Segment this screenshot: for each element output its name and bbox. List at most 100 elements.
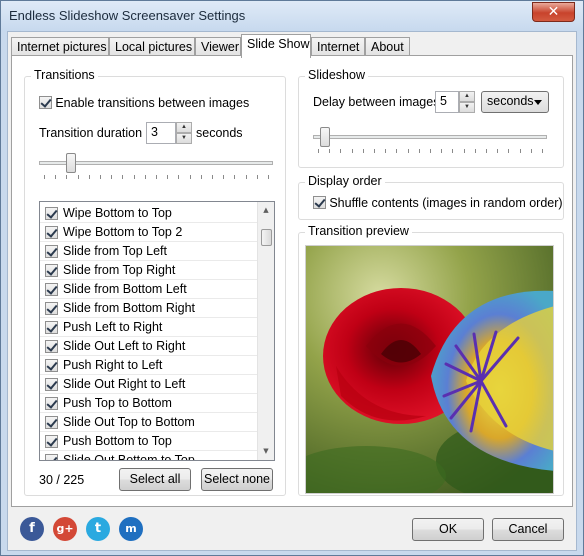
slider-tick (111, 175, 112, 179)
tab-local-pictures[interactable]: Local pictures (109, 37, 195, 57)
transitions-list[interactable]: Wipe Bottom to Top Wipe Bottom to Top 2 Sl… (39, 201, 275, 461)
shuffle-checkbox[interactable]: Shuffle contents (images in random order… (313, 195, 563, 210)
slider-tick (190, 175, 191, 179)
delay-input[interactable]: 5 (435, 91, 459, 113)
list-item-checkbox[interactable] (45, 435, 58, 448)
spin-up-icon[interactable]: ▲ (176, 122, 192, 133)
list-item-checkbox[interactable] (45, 226, 58, 239)
slider-tick (44, 175, 45, 179)
transitions-list-scrollbar[interactable]: ▲ ▼ (257, 202, 274, 460)
list-item[interactable]: Slide from Top Left (40, 242, 272, 261)
spin-down-icon[interactable]: ▼ (176, 133, 192, 144)
tab-viewer[interactable]: Viewer (195, 37, 241, 57)
list-item-checkbox[interactable] (45, 359, 58, 372)
list-item-label: Slide from Top Right (63, 263, 176, 277)
cancel-button[interactable]: Cancel (492, 518, 564, 541)
enable-transitions-checkbox[interactable]: Enable transitions between images (39, 95, 249, 110)
list-item-label: Slide Out Bottom to Top (63, 453, 195, 461)
delay-label: Delay between images (313, 95, 440, 109)
tab-about[interactable]: About (365, 37, 410, 57)
list-item[interactable]: Push Bottom to Top (40, 432, 272, 451)
google-plus-icon[interactable]: g+ (53, 517, 77, 541)
list-item-checkbox[interactable] (45, 264, 58, 277)
list-item[interactable]: Slide Out Right to Left (40, 375, 272, 394)
slider-tick (78, 175, 79, 179)
list-item-checkbox[interactable] (45, 245, 58, 258)
enable-transitions-check[interactable] (39, 96, 52, 110)
slider-tick (55, 175, 56, 179)
slider-tick (201, 175, 202, 179)
facebook-icon[interactable]: f (20, 517, 44, 541)
slider-ticks (318, 149, 543, 153)
list-item-checkbox[interactable] (45, 340, 58, 353)
slideshow-group: Slideshow Delay between images 5 ▲ ▼ sec… (298, 68, 564, 168)
title-bar: Endless Slideshow Screensaver Settings ✕ (1, 1, 583, 31)
slider-tick (340, 149, 341, 153)
slider-tick (318, 149, 319, 153)
transitions-group-label: Transitions (31, 68, 98, 82)
select-all-button[interactable]: Select all (119, 468, 191, 491)
slider-thumb[interactable] (320, 127, 330, 147)
list-item[interactable]: Slide Out Top to Bottom (40, 413, 272, 432)
list-item-checkbox[interactable] (45, 454, 58, 460)
myspace-icon[interactable]: m (119, 517, 143, 541)
slider-track (313, 135, 547, 139)
list-item-label: Slide Out Top to Bottom (63, 415, 195, 429)
list-item-label: Wipe Bottom to Top (63, 206, 172, 220)
slider-tick (497, 149, 498, 153)
transition-duration-spinner[interactable]: ▲ ▼ (176, 122, 192, 144)
list-item[interactable]: Slide Out Left to Right (40, 337, 272, 356)
slider-thumb[interactable] (66, 153, 76, 173)
transition-preview-group: Transition preview (298, 224, 564, 496)
list-item-checkbox[interactable] (45, 302, 58, 315)
slider-tick (134, 175, 135, 179)
list-item-checkbox[interactable] (45, 378, 58, 391)
slider-tick (464, 149, 465, 153)
delay-slider[interactable] (313, 127, 547, 155)
slider-tick (156, 175, 157, 179)
list-item-checkbox[interactable] (45, 416, 58, 429)
list-item[interactable]: Push Left to Right (40, 318, 272, 337)
list-item[interactable]: Slide from Top Right (40, 261, 272, 280)
selection-count: 30 / 225 (39, 473, 85, 487)
list-item[interactable]: Slide from Bottom Left (40, 280, 272, 299)
list-item[interactable]: Wipe Bottom to Top (40, 204, 272, 223)
list-item-checkbox[interactable] (45, 321, 58, 334)
list-item-checkbox[interactable] (45, 283, 58, 296)
scroll-thumb[interactable] (261, 229, 272, 246)
list-item-checkbox[interactable] (45, 397, 58, 410)
transition-duration-input[interactable]: 3 (146, 122, 176, 144)
slider-tick (486, 149, 487, 153)
delay-spinner[interactable]: ▲ ▼ (459, 91, 475, 113)
list-item[interactable]: Push Top to Bottom (40, 394, 272, 413)
tab-internet-pictures[interactable]: Internet pictures (11, 37, 109, 57)
transition-duration-slider[interactable] (39, 153, 273, 181)
list-item[interactable]: Push Right to Left (40, 356, 272, 375)
close-button[interactable]: ✕ (532, 2, 575, 22)
slider-tick (234, 175, 235, 179)
list-item[interactable]: Slide from Bottom Right (40, 299, 272, 318)
slider-tick (178, 175, 179, 179)
twitter-icon[interactable]: t (86, 517, 110, 541)
select-none-button[interactable]: Select none (201, 468, 273, 491)
delay-unit-select[interactable]: seconds (481, 91, 549, 113)
enable-transitions-label: Enable transitions between images (55, 95, 250, 110)
list-item[interactable]: Slide Out Bottom to Top (40, 451, 272, 461)
scroll-down-icon[interactable]: ▼ (258, 443, 274, 460)
tab-slide-show[interactable]: Slide Show (241, 34, 311, 58)
list-item-label: Wipe Bottom to Top 2 (63, 225, 183, 239)
spin-down-icon[interactable]: ▼ (459, 102, 475, 113)
scroll-up-icon[interactable]: ▲ (258, 202, 274, 219)
display-order-group-label: Display order (305, 174, 385, 188)
list-item-checkbox[interactable] (45, 207, 58, 220)
slider-tick (531, 149, 532, 153)
slider-tick (89, 175, 90, 179)
slider-tick (374, 149, 375, 153)
shuffle-check[interactable] (313, 196, 326, 210)
slider-tick (475, 149, 476, 153)
spin-up-icon[interactable]: ▲ (459, 91, 475, 102)
transition-duration-unit: seconds (196, 126, 243, 140)
tab-internet[interactable]: Internet (311, 37, 365, 57)
list-item[interactable]: Wipe Bottom to Top 2 (40, 223, 272, 242)
ok-button[interactable]: OK (412, 518, 484, 541)
